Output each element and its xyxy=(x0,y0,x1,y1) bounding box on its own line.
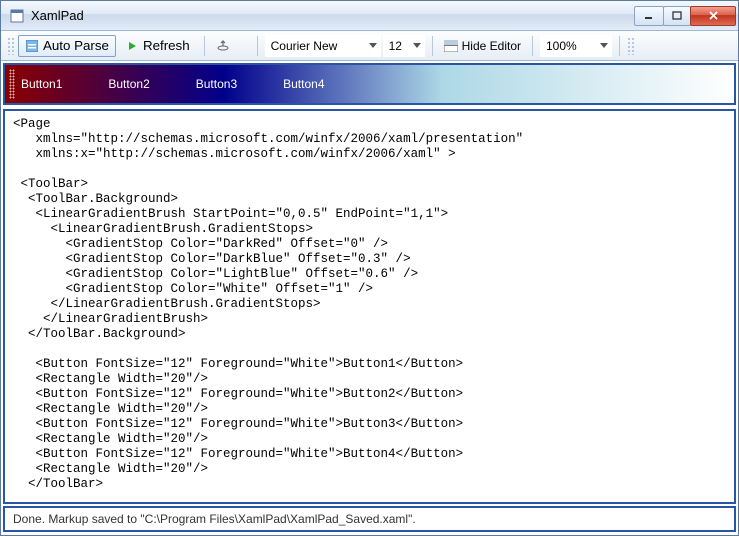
titlebar[interactable]: XamlPad xyxy=(1,1,738,31)
separator xyxy=(532,36,533,56)
preview-button-3[interactable]: Button3 xyxy=(196,77,237,91)
main-toolbar: Auto Parse Refresh Courier New 12 xyxy=(1,31,738,61)
refresh-icon xyxy=(125,39,139,53)
auto-parse-icon xyxy=(25,39,39,53)
zoom-dropdown[interactable]: 100% xyxy=(540,35,612,57)
font-size-value: 12 xyxy=(389,39,402,53)
font-size-dropdown[interactable]: 12 xyxy=(383,35,425,57)
auto-parse-button[interactable]: Auto Parse xyxy=(18,35,116,57)
window-controls xyxy=(635,6,736,26)
preview-button-4[interactable]: Button4 xyxy=(283,77,324,91)
auto-parse-label: Auto Parse xyxy=(43,38,109,53)
chevron-down-icon xyxy=(413,43,421,48)
window-title: XamlPad xyxy=(31,8,635,23)
app-window: XamlPad Auto Parse xyxy=(0,0,739,536)
preview-button-1[interactable]: Button1 xyxy=(21,77,62,91)
preview-grip[interactable] xyxy=(9,69,15,99)
separator xyxy=(432,36,433,56)
code-text: <Page xmlns="http://schemas.microsoft.co… xyxy=(13,117,726,504)
separator xyxy=(619,36,620,56)
status-text: Done. Markup saved to "C:\Program Files\… xyxy=(13,512,416,526)
open-button[interactable] xyxy=(212,35,234,57)
font-value: Courier New xyxy=(271,39,338,53)
status-bar: Done. Markup saved to "C:\Program Files\… xyxy=(3,506,736,532)
refresh-label: Refresh xyxy=(143,38,190,53)
open-icon xyxy=(216,39,230,53)
minimize-button[interactable] xyxy=(634,6,664,26)
chevron-down-icon xyxy=(369,43,377,48)
code-editor[interactable]: <Page xmlns="http://schemas.microsoft.co… xyxy=(3,109,736,504)
hide-editor-icon xyxy=(444,39,458,53)
font-dropdown[interactable]: Courier New xyxy=(265,35,381,57)
maximize-button[interactable] xyxy=(663,6,691,26)
refresh-button[interactable]: Refresh xyxy=(118,35,197,57)
separator xyxy=(257,36,258,56)
separator xyxy=(204,36,205,56)
app-icon xyxy=(9,8,25,24)
preview-toolbar: Button1 Button2 Button3 Button4 xyxy=(3,63,736,105)
toolbar-grip[interactable] xyxy=(7,37,14,55)
toolbar-grip[interactable] xyxy=(627,37,634,55)
chevron-down-icon xyxy=(600,43,608,48)
preview-button-2[interactable]: Button2 xyxy=(108,77,149,91)
hide-editor-label: Hide Editor xyxy=(462,39,521,53)
close-button[interactable] xyxy=(690,6,736,26)
zoom-value: 100% xyxy=(546,39,577,53)
hide-editor-toggle[interactable]: Hide Editor xyxy=(440,39,525,53)
